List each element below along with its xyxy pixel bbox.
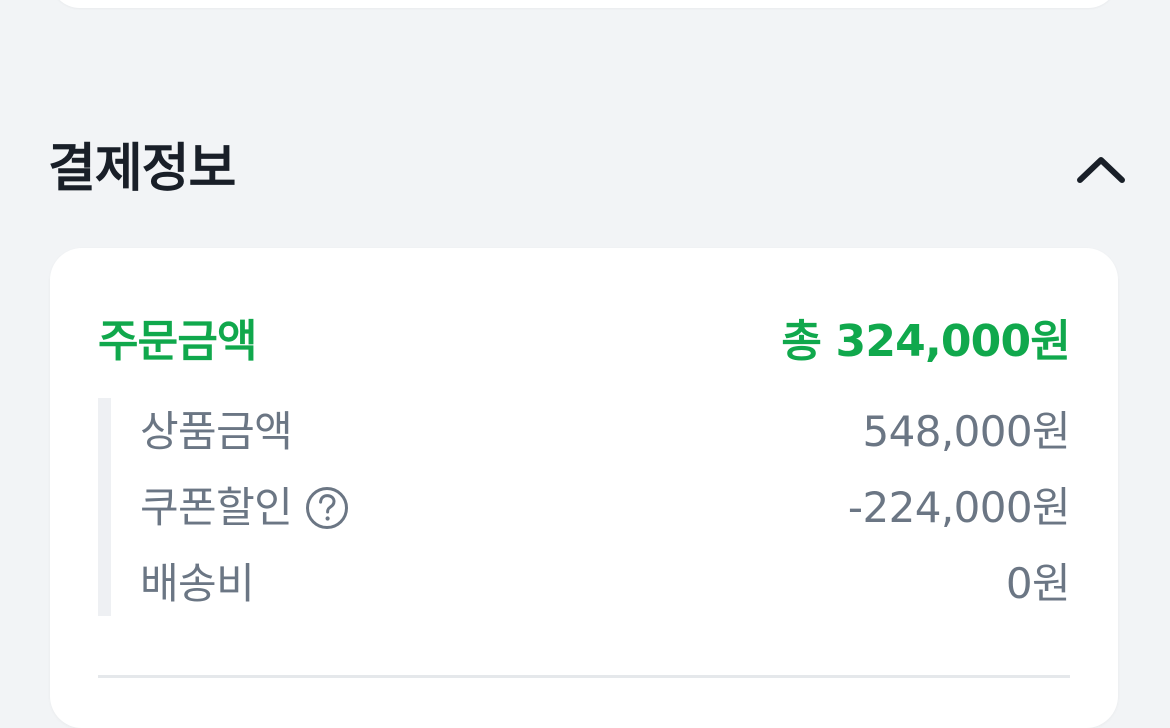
product-amount-value: 548,000원 — [862, 407, 1070, 456]
amount-breakdown: 상품금액 548,000원 쿠폰할인 -224,000원 배송비 0원 — [98, 398, 1071, 616]
payment-info-card: 주문금액 총 324,000원 상품금액 548,000원 쿠폰할인 -224,… — [50, 248, 1118, 728]
chevron-up-icon — [1077, 157, 1125, 183]
coupon-discount-value: -224,000원 — [847, 483, 1071, 532]
order-amount-label: 주문금액 — [98, 316, 258, 367]
payment-info-header: 결제정보 — [0, 126, 1170, 212]
order-amount-row: 주문금액 총 324,000원 — [98, 310, 1071, 374]
previous-card — [50, 0, 1118, 8]
product-amount-row: 상품금액 548,000원 — [140, 404, 1071, 460]
breakdown-rail — [98, 398, 111, 616]
coupon-discount-label: 쿠폰할인 — [140, 483, 293, 532]
product-amount-label: 상품금액 — [140, 407, 293, 456]
coupon-discount-row: 쿠폰할인 -224,000원 — [140, 480, 1071, 536]
shipping-fee-label: 배송비 — [140, 559, 255, 608]
collapse-button[interactable] — [1068, 146, 1134, 194]
question-circle-icon — [306, 487, 348, 529]
shipping-fee-row: 배송비 0원 — [140, 556, 1071, 612]
shipping-fee-value: 0원 — [1005, 559, 1071, 608]
order-amount-value: 총 324,000원 — [781, 316, 1070, 367]
divider — [98, 675, 1070, 678]
coupon-help-button[interactable] — [304, 485, 350, 531]
payment-info-title: 결제정보 — [48, 139, 236, 199]
